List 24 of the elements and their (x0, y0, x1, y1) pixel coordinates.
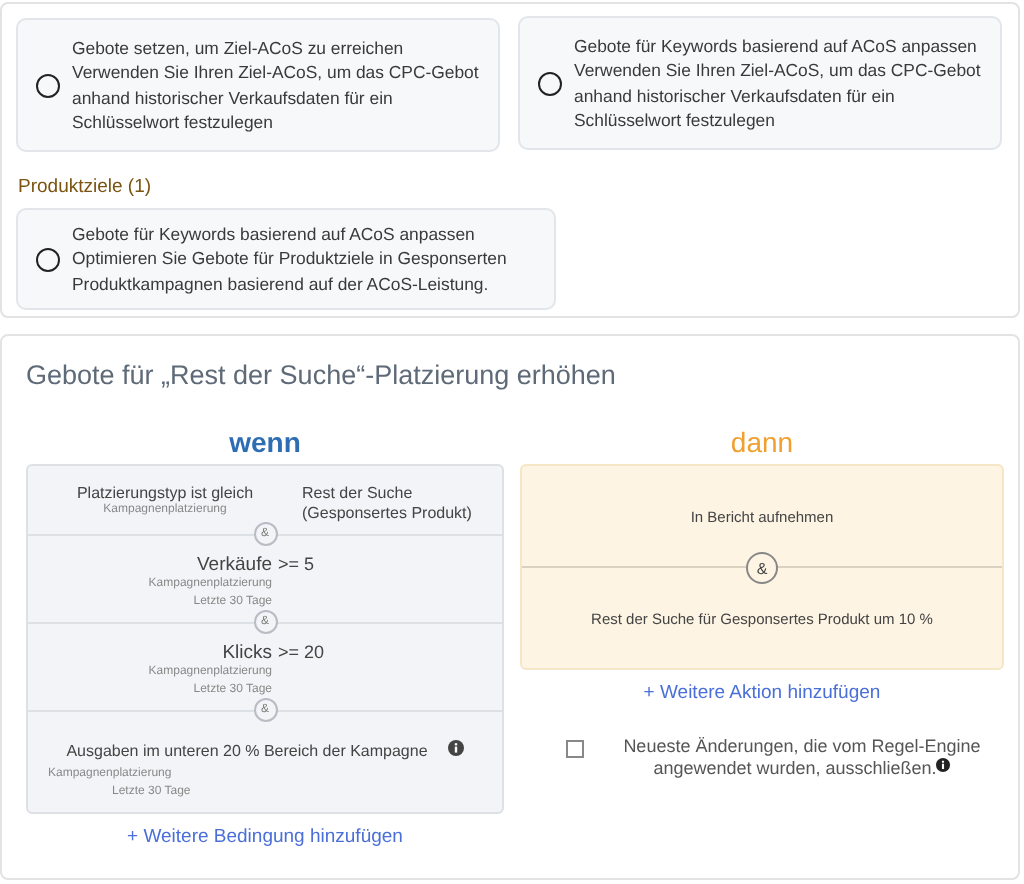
condition-value: >= 5 (278, 554, 317, 578)
condition-label: Platzierungstyp ist gleich (74, 484, 256, 502)
checkbox-label: Neueste Änderungen, die vom Regel-Engine angewendet wurden, ausschließen. (621, 736, 983, 780)
section-heading: Produktziele (1) (18, 176, 154, 198)
condition-value: Rest der Suche (Gesponsertes Produkt) (302, 484, 474, 522)
option-card[interactable]: Gebote für Keywords basierend auf ACoS anpassen Verwenden Sie Ihren Ziel-ACoS, um das CPC-Gebot anhand historischer Verkaufsdaten für ein Schlüsselwort festzulegen (518, 16, 1002, 150)
condition-label: Ausgaben im unteren 20 % Bereich der Kampagne (66, 742, 428, 760)
option-title: Gebote für Keywords basierend auf ACoS anpassen (574, 33, 979, 58)
rule-title: Gebote für „Rest der Suche“-Platzierung erhöhen (26, 360, 618, 390)
option-card[interactable]: Gebote setzen, um Ziel-ACoS zu erreichen Verwenden Sie Ihren Ziel-ACoS, um das CPC-Gebot anhand historischer Verkaufsdaten für ein Schlüsselwort festzulegen (16, 18, 500, 152)
condition-value: >= 20 (278, 642, 327, 666)
option-description: Verwenden Sie Ihren Ziel-ACoS, um das CPC-Gebot anhand historischer Verkaufsdaten für ein Schlüsselwort festzulegen (574, 58, 983, 133)
option-title: Gebote setzen, um Ziel-ACoS zu erreichen (72, 35, 406, 60)
option-description: Optimieren Sie Gebote für Produktziele in Gesponserten Produktkampagnen basierend auf der ACoS-Leistung. (72, 246, 509, 297)
option-title: Gebote für Keywords basierend auf ACoS anpassen (72, 221, 477, 247)
and-connector: & (746, 552, 778, 584)
option-card[interactable]: Gebote für Keywords basierend auf ACoS anpassen Optimieren Sie Gebote für Produktziele in Gesponserten Produktkampagnen basierend auf der ACoS-Leistung. (16, 208, 556, 310)
condition-label: Verkäufe (195, 554, 272, 576)
condition-label: Klicks (220, 642, 272, 664)
add-condition-link[interactable]: + Weitere Bedingung hinzufügen (127, 826, 403, 848)
add-action-link[interactable]: + Weitere Aktion hinzufügen (643, 682, 881, 704)
option-description: Verwenden Sie Ihren Ziel-ACoS, um das CPC-Gebot anhand historischer Verkaufsdaten für ein Schlüsselwort festzulegen (72, 60, 481, 135)
then-heading: dann (728, 426, 796, 458)
if-heading: wenn (227, 426, 303, 458)
